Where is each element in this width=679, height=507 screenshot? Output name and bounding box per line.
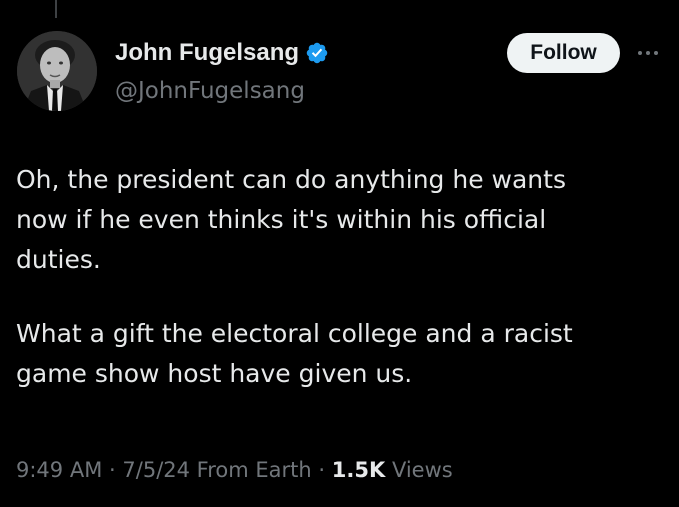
follow-button[interactable]: Follow: [507, 33, 620, 73]
tweet-date[interactable]: 7/5/24: [122, 458, 190, 482]
author-name-row: John Fugelsang: [115, 38, 329, 68]
views-count: 1.5K: [331, 458, 386, 482]
tweet-source: From Earth: [196, 458, 312, 482]
tweet-meta: 9:49 AM · 7/5/24 From Earth · 1.5K Views: [16, 452, 453, 488]
tweet-time[interactable]: 9:49 AM: [16, 458, 102, 482]
tweet-paragraph: What a gift the electoral college and a …: [16, 319, 573, 388]
author-display-name[interactable]: John Fugelsang: [115, 38, 299, 68]
thread-connector-line: [55, 0, 57, 18]
more-options-button[interactable]: [636, 42, 660, 64]
tweet-text: Oh, the president can do anything he wan…: [16, 160, 666, 394]
verified-badge-icon: [305, 41, 329, 65]
tweet-paragraph: Oh, the president can do anything he wan…: [16, 165, 566, 274]
views-label: Views: [391, 458, 453, 482]
more-horizontal-icon: [638, 51, 658, 55]
meta-separator: ·: [318, 458, 326, 482]
meta-separator: ·: [109, 458, 116, 482]
profile-photo-icon: [17, 31, 97, 111]
avatar[interactable]: [17, 31, 97, 111]
author-handle[interactable]: @JohnFugelsang: [115, 76, 305, 106]
